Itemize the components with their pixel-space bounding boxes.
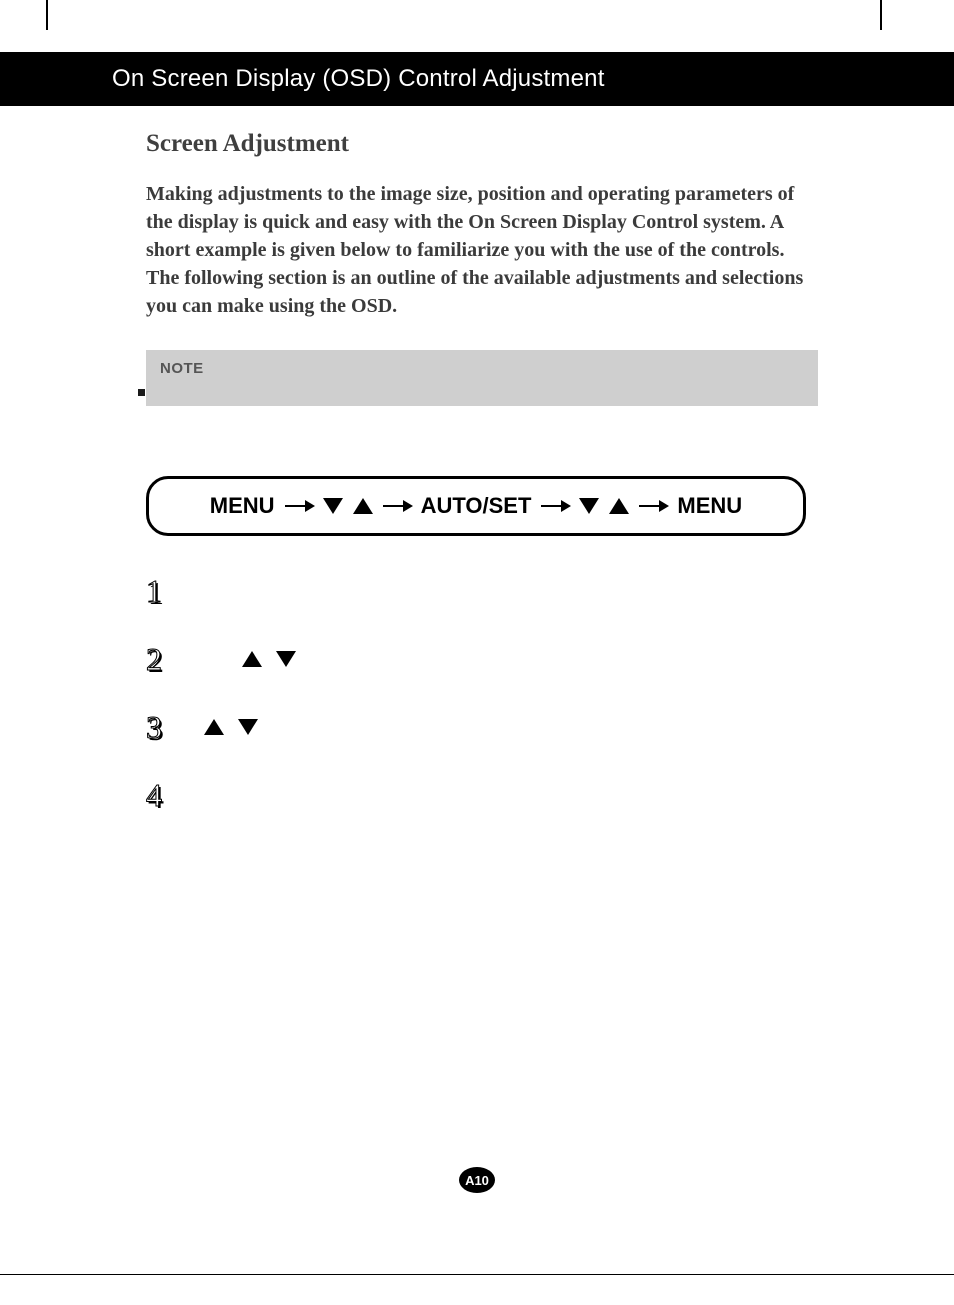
arrow-right-icon: [285, 505, 313, 507]
triangle-down-icon: [579, 498, 599, 514]
page-number: A10: [465, 1173, 489, 1188]
step-row-3: 3: [146, 700, 806, 754]
note-box: NOTE: [146, 350, 818, 406]
step-body: [194, 719, 258, 735]
triangle-down-icon: [276, 651, 296, 667]
flow-autoset-label: AUTO/SET: [421, 493, 532, 519]
arrow-right-icon: [383, 505, 411, 507]
crop-tick: [46, 0, 48, 30]
arrow-right-icon: [639, 505, 667, 507]
page-number-badge: A10: [459, 1167, 495, 1193]
content-area: Screen Adjustment Making adjustments to …: [146, 130, 894, 836]
step-number: 1: [146, 573, 194, 610]
flow-menu-label-2: MENU: [677, 493, 742, 519]
crop-marks-top: [0, 0, 954, 30]
steps-list: 1 2 3 4: [146, 564, 806, 822]
arrow-right-icon: [541, 505, 569, 507]
section-title: Screen Adjustment: [146, 130, 894, 158]
note-label: NOTE: [160, 360, 804, 377]
triangle-up-icon: [609, 498, 629, 514]
step-body: [194, 651, 296, 667]
triangle-up-icon: [353, 498, 373, 514]
step-number: 2: [146, 641, 194, 678]
bottom-rule: [0, 1274, 954, 1275]
triangle-down-icon: [323, 498, 343, 514]
step-number: 4: [146, 777, 194, 814]
manual-page: On Screen Display (OSD) Control Adjustme…: [0, 0, 954, 1305]
flow-menu-label: MENU: [210, 493, 275, 519]
step-row-1: 1: [146, 564, 806, 618]
intro-paragraph: Making adjustments to the image size, po…: [146, 180, 806, 320]
triangle-up-icon: [204, 719, 224, 735]
step-number: 3: [146, 709, 194, 746]
crop-tick: [880, 0, 882, 30]
page-header-title: On Screen Display (OSD) Control Adjustme…: [112, 65, 605, 93]
step-row-2: 2: [146, 632, 806, 686]
step-row-4: 4: [146, 768, 806, 822]
triangle-down-icon: [238, 719, 258, 735]
note-bullet-icon: [138, 389, 145, 396]
osd-flow-box: MENU AUTO/SET MENU: [146, 476, 806, 536]
page-header-band: On Screen Display (OSD) Control Adjustme…: [0, 52, 954, 106]
triangle-up-icon: [242, 651, 262, 667]
